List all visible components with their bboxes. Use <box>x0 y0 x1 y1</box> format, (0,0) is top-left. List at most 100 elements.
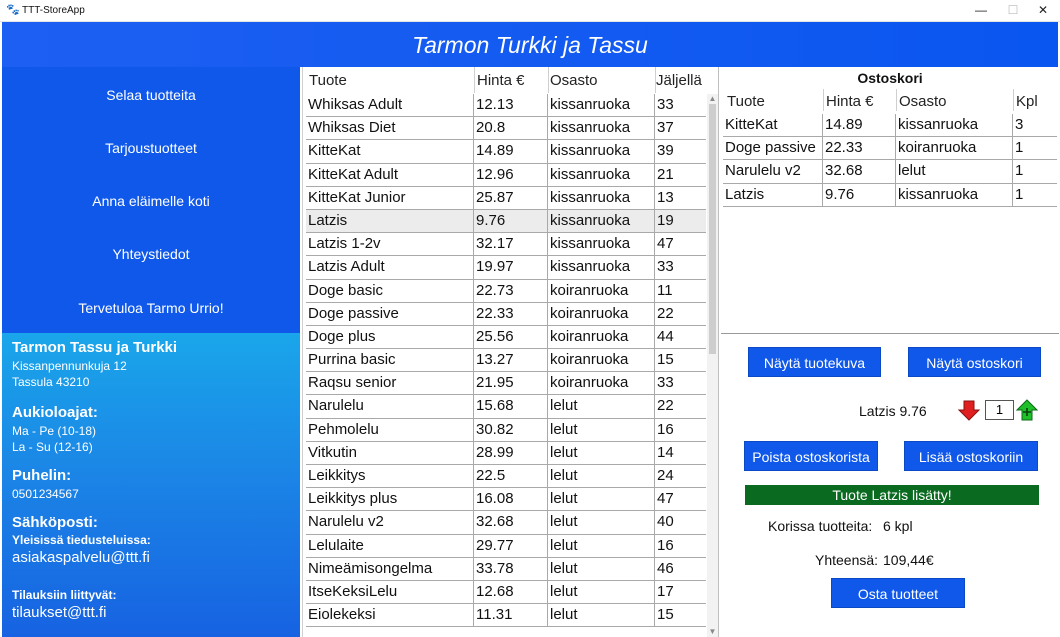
product-price-cell: 25.87 <box>474 186 548 209</box>
product-stock-cell: 17 <box>657 582 674 600</box>
product-row[interactable]: Latzis 9.76 kissanruoka 19 <box>306 209 706 234</box>
product-row[interactable]: Leikkitys 22.5 lelut 24 <box>306 465 706 489</box>
decrease-quantity-icon[interactable] <box>958 399 980 421</box>
scroll-up-icon[interactable]: ▲ <box>707 94 718 104</box>
product-row[interactable]: Nimeämisongelma 33.78 lelut 46 <box>306 557 706 581</box>
column-header-price[interactable]: Hinta € <box>477 71 525 91</box>
product-department-cell: kissanruoka <box>548 233 655 256</box>
product-price-cell: 20.8 <box>474 117 548 140</box>
product-row[interactable]: KitteKat 14.89 kissanruoka 39 <box>306 140 706 164</box>
nav-welcome-user[interactable]: Tervetuloa Tarmo Urrio! <box>2 299 300 317</box>
product-scrollbar[interactable]: ▲ ▼ <box>707 94 718 637</box>
product-row[interactable]: KitteKat Junior 25.87 kissanruoka 13 <box>306 186 706 210</box>
cart-product-cell: Doge passive <box>723 137 823 160</box>
product-row[interactable]: Lelulaite 29.77 lelut 16 <box>306 534 706 558</box>
product-name-cell: Vitkutin <box>306 441 474 464</box>
product-stock-cell: 14 <box>657 443 674 461</box>
product-name-cell: Eiolekeksi <box>306 604 474 627</box>
product-price-cell: 19.97 <box>474 256 548 279</box>
add-to-cart-button[interactable]: Lisää ostoskoriin <box>904 441 1038 471</box>
product-name-cell: KitteKat Junior <box>306 186 474 209</box>
product-row[interactable]: ItseKeksiLelu 12.68 lelut 17 <box>306 580 706 605</box>
nav-contact[interactable]: Yhteystiedot <box>2 245 300 263</box>
product-row[interactable]: Doge plus 25.56 koiranruoka 44 <box>306 325 706 350</box>
product-stock-cell: 40 <box>657 513 674 531</box>
product-name-cell: Doge plus <box>306 325 474 349</box>
product-price-cell: 9.76 <box>474 209 548 233</box>
column-header-product[interactable]: Tuote <box>309 71 347 91</box>
scroll-down-icon[interactable]: ▼ <box>707 627 718 637</box>
product-department-cell: lelut <box>548 395 655 418</box>
orders-email: tilaukset@ttt.fi <box>12 604 107 621</box>
product-price-cell: 13.27 <box>474 349 548 372</box>
product-stock-cell: 47 <box>657 490 674 508</box>
product-row[interactable]: Doge basic 22.73 koiranruoka 11 <box>306 279 706 303</box>
product-row[interactable]: Purrina basic 13.27 koiranruoka 15 <box>306 349 706 373</box>
maximize-button[interactable]: ☐ <box>997 0 1029 21</box>
nav-panel: Selaa tuotteita Tarjoustuotteet Anna elä… <box>2 67 300 333</box>
product-name-cell: Pehmolelu <box>306 418 474 441</box>
cart-row[interactable]: Latzis 9.76 kissanruoka 1 <box>723 183 1057 207</box>
cart-row[interactable]: KitteKat 14.89 kissanruoka 3 <box>723 114 1057 138</box>
product-row[interactable]: Narulelu 15.68 lelut 22 <box>306 395 706 419</box>
increase-quantity-icon[interactable] <box>1016 399 1038 421</box>
nav-browse-products[interactable]: Selaa tuotteita <box>2 86 300 104</box>
product-department-cell: koiranruoka <box>548 302 655 325</box>
window-title: TTT-StoreApp <box>22 5 85 16</box>
product-row[interactable]: KitteKat Adult 12.96 kissanruoka 21 <box>306 163 706 187</box>
cart-header-department[interactable]: Osasto <box>899 92 947 112</box>
email-title: Sähköposti: <box>12 514 98 531</box>
product-row[interactable]: Whiksas Diet 20.8 kissanruoka 37 <box>306 117 706 141</box>
product-price-cell: 25.56 <box>474 325 548 349</box>
product-department-cell: koiranruoka <box>548 372 655 395</box>
hours-title: Aukioloajat: <box>12 404 98 421</box>
minimize-button[interactable]: — <box>965 0 997 21</box>
show-product-image-button[interactable]: Näytä tuotekuva <box>748 347 881 377</box>
nav-offers[interactable]: Tarjoustuotteet <box>2 139 300 157</box>
product-department-cell: lelut <box>548 604 655 627</box>
product-row[interactable]: Pehmolelu 30.82 lelut 16 <box>306 418 706 442</box>
product-department-cell: koiranruoka <box>548 279 655 302</box>
cart-row[interactable]: Narulelu v2 32.68 lelut 1 <box>723 160 1057 184</box>
hours-weekend: La - Su (12-16) <box>12 440 93 454</box>
cart-panel: Ostoskori Tuote Hinta € Osasto Kpl Kitte… <box>718 67 1059 637</box>
product-row[interactable]: Doge passive 22.33 koiranruoka 22 <box>306 302 706 326</box>
cart-product-cell: Narulelu v2 <box>723 160 823 183</box>
cart-row[interactable]: Doge passive 22.33 koiranruoka 1 <box>723 137 1057 161</box>
product-price-cell: 12.96 <box>474 163 548 186</box>
store-title: Tarmon Turkki ja Tassu <box>412 32 648 58</box>
product-stock-cell: 33 <box>657 374 674 392</box>
cart-header-quantity[interactable]: Kpl <box>1016 92 1038 112</box>
product-row[interactable]: Raqsu senior 21.95 koiranruoka 33 <box>306 372 706 396</box>
remove-from-cart-button[interactable]: Poista ostoskorista <box>744 441 878 471</box>
cart-price-cell: 32.68 <box>823 160 896 183</box>
product-department-cell: lelut <box>548 557 655 580</box>
product-row[interactable]: Leikkitys plus 16.08 lelut 47 <box>306 488 706 512</box>
scrollbar-thumb[interactable] <box>709 104 716 354</box>
product-row[interactable]: Eiolekeksi 11.31 lelut 15 <box>306 604 706 628</box>
column-header-department[interactable]: Osasto <box>550 71 598 91</box>
product-stock-cell: 37 <box>657 119 674 137</box>
close-button[interactable]: ✕ <box>1027 0 1059 21</box>
sidebar: Selaa tuotteita Tarjoustuotteet Anna elä… <box>2 67 300 637</box>
product-row[interactable]: Narulelu v2 32.68 lelut 40 <box>306 511 706 535</box>
product-row[interactable]: Vitkutin 28.99 lelut 14 <box>306 441 706 465</box>
cart-price-cell: 22.33 <box>823 137 896 160</box>
header-banner: Tarmon Turkki ja Tassu <box>2 22 1058 67</box>
product-table: Tuote Hinta € Osasto Jäljellä Whiksas Ad… <box>302 67 719 637</box>
product-row[interactable]: Whiksas Adult 12.13 kissanruoka 33 <box>306 94 706 118</box>
product-row[interactable]: Latzis Adult 19.97 kissanruoka 33 <box>306 256 706 280</box>
cart-header-product[interactable]: Tuote <box>727 92 765 112</box>
column-header-stock[interactable]: Jäljellä <box>656 71 702 91</box>
nav-adopt-pet[interactable]: Anna eläimelle koti <box>2 192 300 210</box>
product-stock-cell: 15 <box>657 606 674 624</box>
cart-section: Ostoskori Tuote Hinta € Osasto Kpl Kitte… <box>721 67 1059 334</box>
quantity-input[interactable]: 1 <box>985 400 1014 420</box>
product-price-cell: 33.78 <box>474 557 548 580</box>
product-row[interactable]: Latzis 1-2v 32.17 kissanruoka 47 <box>306 233 706 257</box>
buy-products-button[interactable]: Osta tuotteet <box>831 578 965 608</box>
cart-header-price[interactable]: Hinta € <box>826 92 874 112</box>
product-department-cell: kissanruoka <box>548 140 655 163</box>
show-cart-button[interactable]: Näytä ostoskori <box>908 347 1041 377</box>
product-stock-cell: 47 <box>657 235 674 253</box>
